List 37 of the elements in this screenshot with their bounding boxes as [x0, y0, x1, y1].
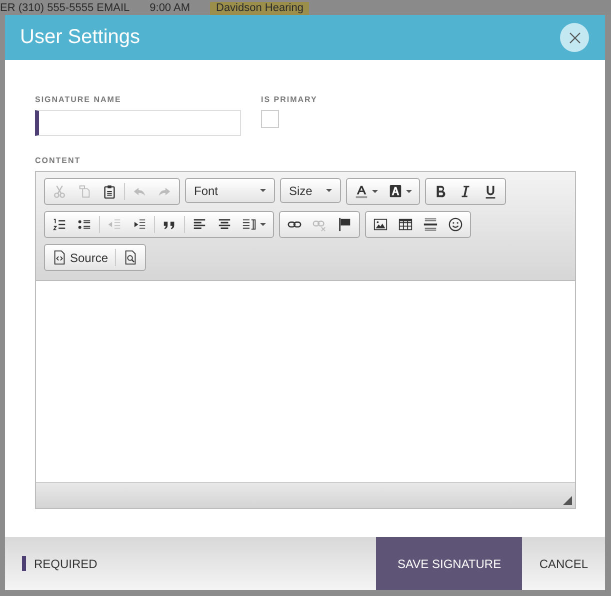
save-button[interactable]: SAVE SIGNATURE: [376, 537, 522, 590]
dropdown[interactable]: Size: [280, 178, 341, 203]
field-label: IS PRIMARY: [261, 95, 318, 104]
image-icon: [373, 217, 388, 232]
field-label: SIGNATURE NAME: [35, 95, 122, 104]
field-label: CONTENT: [35, 156, 82, 165]
numbered-list-icon: [52, 217, 67, 232]
source-button[interactable]: Source: [47, 246, 114, 268]
smiley-icon: [448, 217, 463, 232]
text-direction-icon: [242, 217, 257, 232]
horizontal-rule-icon: [423, 217, 438, 232]
background-color-icon: [388, 184, 403, 199]
dialog-title: User Settings: [20, 26, 140, 49]
dropdown[interactable]: Font: [185, 178, 275, 203]
preview-icon: [123, 250, 138, 265]
align-center-icon: [217, 217, 232, 232]
bulleted-list-icon: [77, 217, 92, 232]
flag-icon: [337, 217, 352, 232]
close-icon: [568, 32, 580, 44]
cancel-button[interactable]: CANCEL: [522, 537, 605, 590]
primary-checkbox[interactable]: [261, 110, 279, 128]
underline-icon: [483, 184, 498, 199]
background-text: 9:00 AM: [150, 2, 190, 15]
resize-handle-icon[interactable]: [563, 496, 572, 505]
required-legend: REQUIRED: [34, 556, 98, 570]
background-text: Davidson Hearing: [210, 2, 310, 15]
required-marker: [22, 556, 26, 571]
table-icon: [398, 217, 413, 232]
copy-icon: [77, 184, 92, 199]
text-color-icon: [354, 184, 369, 199]
source-icon: [52, 250, 67, 265]
align-left-icon: [192, 217, 207, 232]
close-button[interactable]: [560, 23, 589, 52]
scissors-icon: [52, 184, 67, 199]
signature-name-field[interactable]: [35, 110, 241, 136]
clipboard-icon: [102, 184, 117, 199]
background-text: ER (310) 555-5555 EMAIL: [0, 2, 130, 15]
